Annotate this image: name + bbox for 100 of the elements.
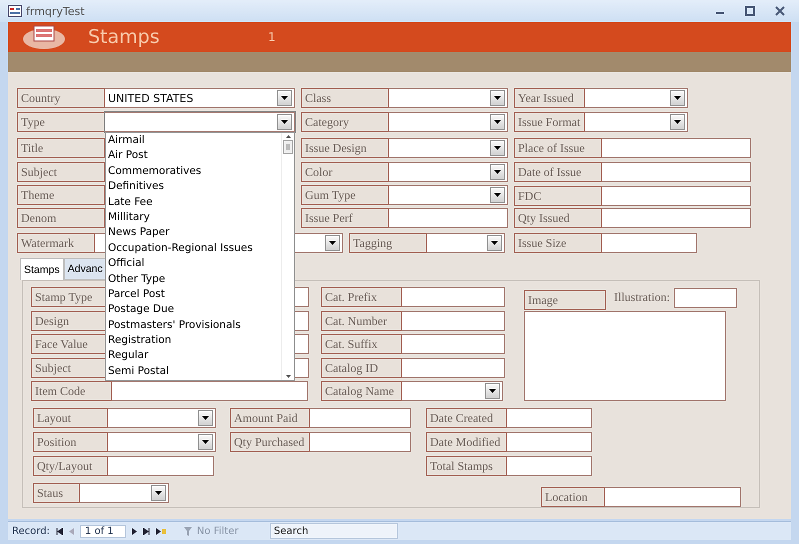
tab[interactable]: Stamps	[20, 258, 64, 280]
text-field[interactable]	[389, 208, 508, 228]
dropdown-item[interactable]: Semi Postal	[106, 364, 281, 380]
close-icon[interactable]	[775, 6, 785, 16]
scroll-down-icon[interactable]	[286, 375, 290, 378]
record-label: Record:	[12, 526, 50, 536]
field-label: Layout	[33, 408, 108, 428]
field-label: Category	[301, 112, 389, 132]
search-field[interactable]: Search	[270, 523, 398, 539]
form-icon	[8, 5, 22, 17]
new-record-icon[interactable]	[156, 528, 166, 534]
text-field[interactable]	[507, 456, 592, 476]
field-label: Total Stamps	[426, 456, 507, 476]
field-label: Theme	[17, 185, 105, 205]
text-field[interactable]	[602, 186, 751, 206]
previous-record-icon[interactable]	[68, 528, 74, 534]
first-record-icon[interactable]	[56, 528, 63, 534]
dropdown-arrow-icon[interactable]	[329, 241, 336, 245]
dropdown-item[interactable]: Definitives	[106, 179, 281, 195]
last-record-icon[interactable]	[142, 528, 150, 534]
dropdown-item[interactable]: Air Post	[106, 148, 281, 164]
dropdown-item[interactable]: Postmasters' Provisionals	[106, 318, 281, 334]
record-position-field[interactable]: 1 of 1	[80, 524, 126, 538]
text-field[interactable]	[310, 408, 411, 428]
dropdown-item[interactable]: News Paper	[106, 225, 281, 241]
dropdown-arrow-icon[interactable]	[494, 120, 501, 124]
dropdown-item[interactable]: Other Type	[106, 272, 281, 287]
field-label: Date Modified	[426, 432, 507, 452]
filter-icon	[184, 526, 194, 536]
text-field[interactable]	[112, 381, 308, 401]
dropdown-arrow-icon[interactable]	[674, 120, 681, 124]
dropdown-arrow-icon[interactable]	[202, 416, 209, 420]
text-field[interactable]	[108, 456, 214, 476]
dropdown-arrow-icon[interactable]	[674, 96, 681, 100]
field-label: Image	[524, 290, 606, 310]
field-label: Cat. Number	[321, 311, 402, 331]
text-field[interactable]	[602, 138, 751, 158]
dropdown-arrow-icon[interactable]	[489, 389, 496, 393]
dropdown-item[interactable]: Registration	[106, 333, 281, 348]
dropdown-item[interactable]: Parcel Post	[106, 286, 281, 302]
form-title: Stamps	[88, 26, 161, 48]
field-label: Cat. Suffix	[321, 334, 402, 354]
field-label: Date of Issue	[514, 162, 602, 182]
field-label: Gum Type	[301, 185, 389, 205]
dropdown-item[interactable]: Late Fee	[106, 194, 281, 210]
field-label: Issue Design	[301, 138, 389, 158]
field-label: Cat. Prefix	[321, 287, 402, 307]
dropdown-arrow-icon[interactable]	[491, 241, 498, 245]
dropdown-arrow-icon[interactable]	[281, 96, 288, 100]
text-field[interactable]	[402, 334, 505, 354]
text-field[interactable]	[402, 311, 505, 331]
dropdown-arrow-icon[interactable]	[155, 491, 162, 495]
text-field[interactable]	[402, 287, 505, 307]
dropdown-item[interactable]: Commemoratives	[106, 164, 281, 180]
field-label: Subject	[31, 358, 106, 378]
field-label: Catalog ID	[321, 358, 402, 378]
text-field[interactable]	[602, 233, 697, 253]
text-field[interactable]	[310, 432, 411, 452]
dropdown-arrow-icon[interactable]	[494, 146, 501, 150]
dropdown-arrow-icon[interactable]	[494, 96, 501, 100]
form-logo-icon	[22, 24, 66, 50]
text-field[interactable]	[402, 358, 505, 378]
dropdown-arrow-icon[interactable]	[494, 170, 501, 174]
record-number: 1	[268, 30, 276, 44]
dropdown-item[interactable]: Regular	[106, 348, 281, 364]
field-label: Design	[31, 311, 106, 331]
field-label: Position	[33, 432, 108, 452]
dropdown-arrow-icon[interactable]	[494, 193, 501, 197]
field-label: FDC	[514, 186, 602, 206]
field-label: Face Value	[31, 334, 106, 354]
text-field[interactable]	[507, 408, 592, 428]
field-label: Tagging	[349, 233, 427, 253]
dropdown-item[interactable]: Occupation-Regional Issues	[106, 240, 281, 256]
field-label: Location	[541, 487, 605, 507]
field-label: Illustration:	[613, 289, 671, 306]
text-field[interactable]	[602, 208, 751, 228]
dropdown-arrow-icon[interactable]	[281, 120, 288, 124]
field-label: Amount Paid	[230, 408, 310, 428]
field-label: Qty/Layout	[33, 456, 108, 476]
dropdown-item[interactable]: Airmail	[106, 133, 281, 148]
text-field[interactable]	[602, 162, 751, 182]
scroll-thumb-icon[interactable]	[283, 140, 293, 154]
dropdown-item[interactable]: Millitary	[106, 210, 281, 226]
field-label: Qty Issued	[514, 208, 602, 228]
text-field[interactable]	[605, 487, 741, 507]
maximize-icon[interactable]	[745, 6, 755, 16]
field-label: Class	[301, 88, 389, 108]
field-label: Qty Purchased	[230, 432, 310, 452]
text-field[interactable]	[507, 432, 592, 452]
window-title: frmqryTest	[26, 4, 86, 18]
field-label: Staus	[33, 483, 80, 503]
dropdown-arrow-icon[interactable]	[202, 440, 209, 444]
dropdown-item[interactable]: Official	[106, 256, 281, 272]
text-field[interactable]	[674, 288, 737, 308]
field-label: Denom	[17, 208, 105, 228]
dropdown-item[interactable]: Postage Due	[106, 302, 281, 318]
next-record-icon[interactable]	[132, 528, 137, 534]
combo-box[interactable]: UNITED STATES	[105, 88, 295, 108]
field-label: Country	[17, 88, 105, 108]
tab[interactable]: Advanc	[64, 258, 107, 280]
